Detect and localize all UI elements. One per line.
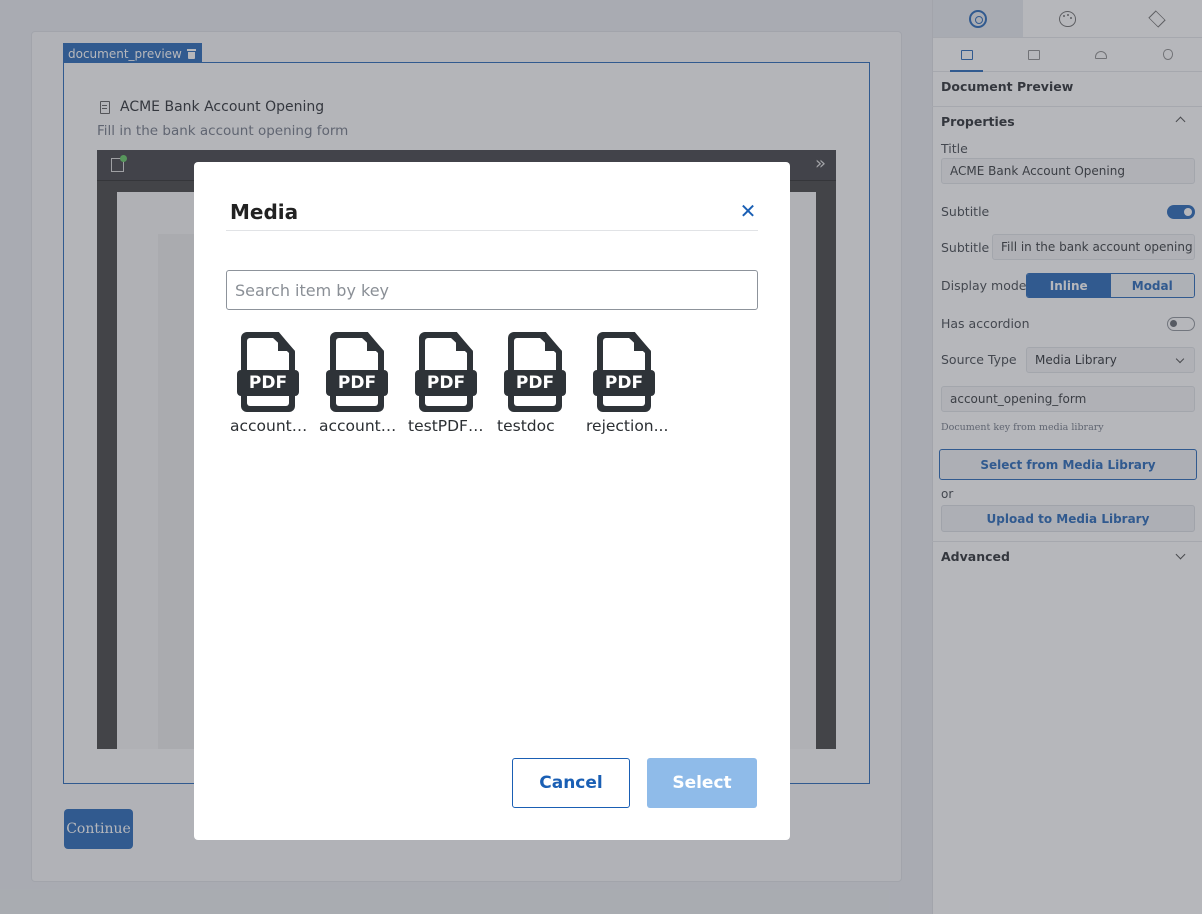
media-file-name: account_... xyxy=(230,417,314,435)
pdf-file-icon: PDF xyxy=(415,332,477,412)
modal-title: Media xyxy=(230,200,299,224)
pdf-badge: PDF xyxy=(593,370,655,396)
pdf-file-icon: PDF xyxy=(237,332,299,412)
media-file-item[interactable]: PDF testdoc xyxy=(497,332,586,435)
pdf-file-icon: PDF xyxy=(326,332,388,412)
media-file-item[interactable]: PDF account_... xyxy=(230,332,319,435)
search-input[interactable] xyxy=(226,270,758,310)
media-file-name: testdoc xyxy=(497,417,555,435)
media-file-item[interactable]: PDF testPDFn... xyxy=(408,332,497,435)
modal-divider xyxy=(226,230,758,231)
media-file-name: rejection... xyxy=(586,417,669,435)
select-button[interactable]: Select xyxy=(647,758,757,808)
pdf-badge: PDF xyxy=(237,370,299,396)
media-file-name: account_... xyxy=(319,417,403,435)
pdf-badge: PDF xyxy=(504,370,566,396)
media-file-list: PDF account_... PDF account_... PDF test… xyxy=(230,332,675,435)
pdf-badge: PDF xyxy=(415,370,477,396)
close-icon[interactable]: ✕ xyxy=(739,201,757,221)
pdf-badge: PDF xyxy=(326,370,388,396)
media-file-item[interactable]: PDF rejection... xyxy=(586,332,675,435)
pdf-file-icon: PDF xyxy=(593,332,655,412)
cancel-button[interactable]: Cancel xyxy=(512,758,630,808)
pdf-file-icon: PDF xyxy=(504,332,566,412)
media-file-name: testPDFn... xyxy=(408,417,492,435)
media-modal: Media ✕ PDF account_... PDF account_... … xyxy=(194,162,790,840)
media-file-item[interactable]: PDF account_... xyxy=(319,332,408,435)
